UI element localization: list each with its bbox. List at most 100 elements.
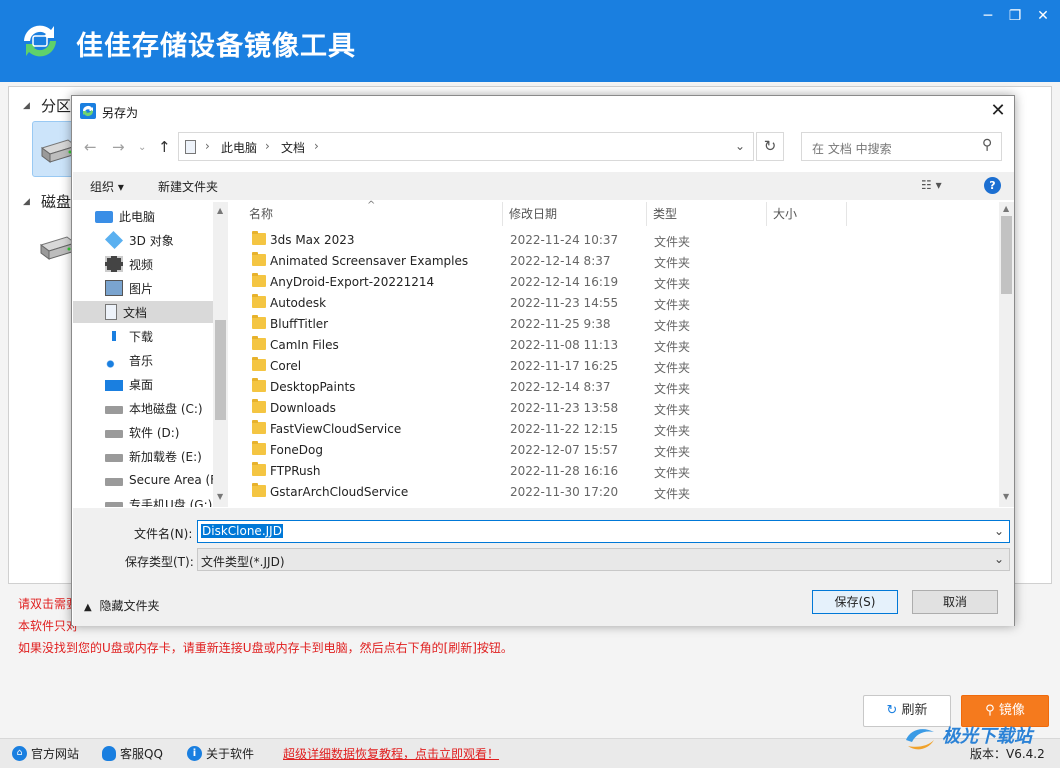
file-row[interactable]: FTPRush 2022-11-28 16:16 文件夹: [229, 461, 999, 482]
address-dropdown-icon[interactable]: ⌄: [735, 139, 745, 153]
nav-item[interactable]: 新加载卷 (E:): [73, 445, 213, 467]
file-name: FTPRush: [270, 464, 321, 478]
file-date: 2022-11-23 13:58: [510, 401, 619, 415]
nav-item[interactable]: 软件 (D:): [73, 421, 213, 443]
nav-item-label: 视频: [129, 257, 154, 272]
folder-icon: [252, 336, 266, 350]
new-folder-button[interactable]: 新建文件夹: [158, 178, 218, 195]
nav-item[interactable]: 此电脑: [73, 205, 213, 227]
nav-scrollbar[interactable]: ▲ ▼: [213, 202, 228, 507]
hide-folders-toggle[interactable]: ▲ 隐藏文件夹: [84, 597, 160, 614]
file-row[interactable]: FoneDog 2022-12-07 15:57 文件夹: [229, 440, 999, 461]
close-button[interactable]: ✕: [1031, 6, 1055, 26]
breadcrumb-this-pc[interactable]: 此电脑: [221, 139, 257, 156]
nav-item[interactable]: 图片: [73, 277, 213, 299]
sort-ascending-icon: ^: [367, 200, 376, 211]
nav-item[interactable]: 本地磁盘 (C:): [73, 397, 213, 419]
file-row[interactable]: Autodesk 2022-11-23 14:55 文件夹: [229, 293, 999, 314]
folder-icon: [252, 315, 266, 329]
filetype-select[interactable]: 文件类型(*.JJD) ⌄: [197, 548, 1010, 571]
help-icon[interactable]: ?: [984, 177, 1001, 194]
home-icon: ⌂: [12, 746, 27, 761]
nav-item[interactable]: 下载: [73, 325, 213, 347]
file-row[interactable]: Animated Screensaver Examples 2022-12-14 …: [229, 251, 999, 272]
minimize-button[interactable]: ─: [976, 6, 1000, 26]
file-row[interactable]: Downloads 2022-11-23 13:58 文件夹: [229, 398, 999, 419]
drive-icon: [105, 454, 123, 462]
forward-arrow-icon[interactable]: →: [112, 138, 125, 156]
file-row[interactable]: BluffTitler 2022-11-25 9:38 文件夹: [229, 314, 999, 335]
file-date: 2022-12-14 16:19: [510, 275, 619, 289]
organize-button[interactable]: 组织 ▾: [90, 178, 124, 195]
file-row[interactable]: GstarArchCloudService 2022-11-30 17:20 文件夹: [229, 482, 999, 503]
file-type: 文件夹: [654, 277, 691, 291]
nav-item[interactable]: 音乐: [73, 349, 213, 371]
nav-item[interactable]: 文档: [73, 301, 213, 323]
about-link[interactable]: i 关于软件: [187, 745, 254, 762]
up-arrow-icon[interactable]: ↑: [158, 138, 171, 156]
column-date[interactable]: 修改日期: [503, 202, 647, 226]
nav-item-label: 下载: [129, 329, 154, 344]
folder-icon: [252, 462, 266, 476]
column-type[interactable]: 类型: [647, 202, 767, 226]
computer-icon: [95, 211, 113, 223]
nav-item[interactable]: 3D 对象: [73, 229, 213, 251]
address-refresh-icon[interactable]: ↻: [756, 132, 784, 161]
nav-item[interactable]: 视频: [73, 253, 213, 275]
document-icon: [105, 304, 117, 320]
file-date: 2022-12-07 15:57: [510, 443, 619, 457]
file-type: 文件夹: [654, 487, 691, 501]
view-options-icon[interactable]: ☷ ▾: [921, 178, 942, 192]
breadcrumb-documents[interactable]: 文档: [281, 139, 305, 156]
nav-item-label: 3D 对象: [129, 233, 174, 248]
qq-link[interactable]: 客服QQ: [102, 745, 163, 762]
file-row[interactable]: 3ds Max 2023 2022-11-24 10:37 文件夹: [229, 230, 999, 251]
filename-value: DiskClone.JJD: [201, 524, 283, 538]
section-partition-label: 分区: [41, 97, 72, 115]
save-as-dialog: 另存为 ✕ ← → ⌄ ↑ › 此电脑 › 文档 › ⌄ ↻ 在 文档 中搜索 …: [71, 95, 1015, 626]
column-size[interactable]: 大小: [767, 202, 847, 226]
search-input[interactable]: 在 文档 中搜索 ⚲: [801, 132, 1002, 161]
nav-item-label: 图片: [129, 281, 154, 296]
recent-dropdown-icon[interactable]: ⌄: [138, 142, 146, 153]
file-name: Downloads: [270, 401, 336, 415]
back-arrow-icon[interactable]: ←: [84, 138, 97, 156]
breadcrumb-separator-icon: ›: [265, 139, 270, 153]
file-name: DesktopPaints: [270, 380, 356, 394]
file-name: FoneDog: [270, 443, 324, 457]
address-bar[interactable]: › 此电脑 › 文档 › ⌄: [178, 132, 754, 161]
file-list: 名称 ^ 修改日期 类型 大小 3ds Max 2023 2022-11-24 1…: [229, 200, 999, 507]
document-icon: [185, 140, 196, 154]
file-row[interactable]: FastViewCloudService 2022-11-22 12:15 文件夹: [229, 419, 999, 440]
filename-dropdown-icon[interactable]: ⌄: [994, 524, 1004, 538]
maximize-button[interactable]: ❐: [1003, 6, 1027, 26]
nav-item[interactable]: Secure Area (F:: [73, 469, 213, 491]
nav-item-label: 音乐: [129, 353, 154, 368]
filename-input[interactable]: DiskClone.JJD ⌄: [197, 520, 1010, 543]
file-row[interactable]: DesktopPaints 2022-12-14 8:37 文件夹: [229, 377, 999, 398]
hint-line-2: 本软件只对: [18, 619, 79, 633]
nav-item[interactable]: 桌面: [73, 373, 213, 395]
hide-folders-label: 隐藏文件夹: [99, 599, 160, 613]
nav-item[interactable]: 专手机U盘 (G:): [73, 493, 213, 507]
music-icon: [105, 352, 123, 368]
collapse-partition-icon[interactable]: ◢: [23, 101, 30, 111]
file-date: 2022-11-23 14:55: [510, 296, 619, 310]
website-link[interactable]: ⌂ 官方网站: [12, 745, 79, 762]
save-button[interactable]: 保存(S): [812, 590, 898, 614]
nav-item-label: Secure Area (F:: [129, 473, 213, 487]
watermark: 极光下载站: [900, 716, 1060, 760]
nav-item-label: 文档: [123, 305, 148, 320]
tutorial-link[interactable]: 超级详细数据恢复教程，点击立即观看！: [283, 745, 499, 762]
dialog-close-icon[interactable]: ✕: [987, 100, 1009, 121]
file-row[interactable]: Corel 2022-11-17 16:25 文件夹: [229, 356, 999, 377]
file-type: 文件夹: [654, 340, 691, 354]
file-scrollbar[interactable]: ▲ ▼: [999, 202, 1014, 507]
file-name: Autodesk: [270, 296, 327, 310]
cancel-button[interactable]: 取消: [912, 590, 998, 614]
collapse-disk-icon[interactable]: ◢: [23, 197, 30, 207]
file-row[interactable]: AnyDroid-Export-20221214 2022-12-14 16:19…: [229, 272, 999, 293]
nav-item-label: 专手机U盘 (G:): [129, 497, 213, 508]
watermark-logo-icon: [906, 729, 934, 750]
file-row[interactable]: CamIn Files 2022-11-08 11:13 文件夹: [229, 335, 999, 356]
